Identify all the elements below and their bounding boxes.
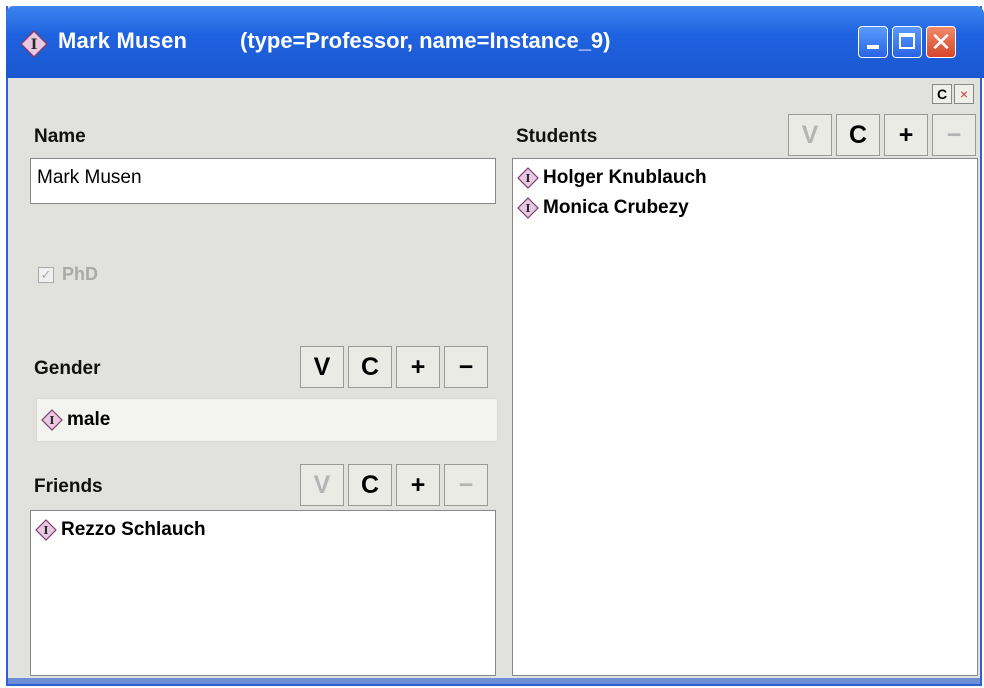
instance-icon: I [517,167,539,189]
friends-add-button[interactable]: + [396,464,440,506]
list-item[interactable]: I Holger Knublauch [513,163,977,193]
friends-remove-button[interactable]: − [444,464,488,506]
svg-text:I: I [43,524,48,537]
gender-create-button[interactable]: C [348,346,392,388]
customize-button[interactable]: C [932,84,952,104]
gender-button-group: V C + − [300,346,488,388]
friends-button-group: V C + − [300,464,488,506]
window-bottom-border [8,678,980,684]
students-add-button[interactable]: + [884,114,928,156]
name-field[interactable]: Mark Musen [30,158,496,204]
students-view-button[interactable]: V [788,114,832,156]
students-remove-button[interactable]: − [932,114,976,156]
gender-remove-button[interactable]: − [444,346,488,388]
minimize-icon [867,45,879,49]
students-label: Students [516,126,598,147]
gender-add-button[interactable]: + [396,346,440,388]
close-button[interactable]: ✕ [926,26,956,58]
students-list[interactable]: I Holger Knublauch I Monica Crubezy [512,158,978,676]
maximize-icon [899,33,915,49]
svg-text:I: I [525,202,530,215]
friends-label: Friends [34,476,103,497]
title-bar[interactable]: I Mark Musen (type=Professor, name=Insta… [6,6,984,78]
svg-text:I: I [49,414,54,427]
window-title: Mark Musen [58,28,188,53]
list-item[interactable]: I Monica Crubezy [513,193,977,223]
students-create-button[interactable]: C [836,114,880,156]
remove-customization-button[interactable]: × [954,84,974,104]
friends-create-button[interactable]: C [348,464,392,506]
gender-value-field[interactable]: I male [36,398,498,442]
friends-view-button[interactable]: V [300,464,344,506]
window-subtitle: (type=Professor, name=Instance_9) [240,28,611,53]
maximize-button[interactable] [892,26,922,58]
instance-icon: I [20,30,48,58]
minimize-button[interactable] [858,26,888,58]
instance-icon: I [41,409,63,431]
instance-form-window: I Mark Musen (type=Professor, name=Insta… [6,6,984,686]
name-label: Name [34,126,86,147]
instance-icon: I [35,519,57,541]
phd-label: PhD [62,264,98,284]
list-item[interactable]: I Rezzo Schlauch [31,515,495,545]
gender-label: Gender [34,358,101,379]
gender-view-button[interactable]: V [300,346,344,388]
close-icon: ✕ [930,27,952,57]
friend-name: Rezzo Schlauch [61,519,206,540]
svg-text:I: I [525,172,530,185]
student-name: Monica Crubezy [543,197,689,218]
friends-list[interactable]: I Rezzo Schlauch [30,510,496,676]
students-button-group: V C + − [788,114,976,156]
student-name: Holger Knublauch [543,167,707,188]
instance-icon: I [517,197,539,219]
phd-checkbox[interactable]: ✓ [38,266,54,283]
phd-checkbox-row[interactable]: ✓ PhD [38,264,98,285]
gender-value: male [67,409,111,430]
svg-text:I: I [31,37,38,53]
